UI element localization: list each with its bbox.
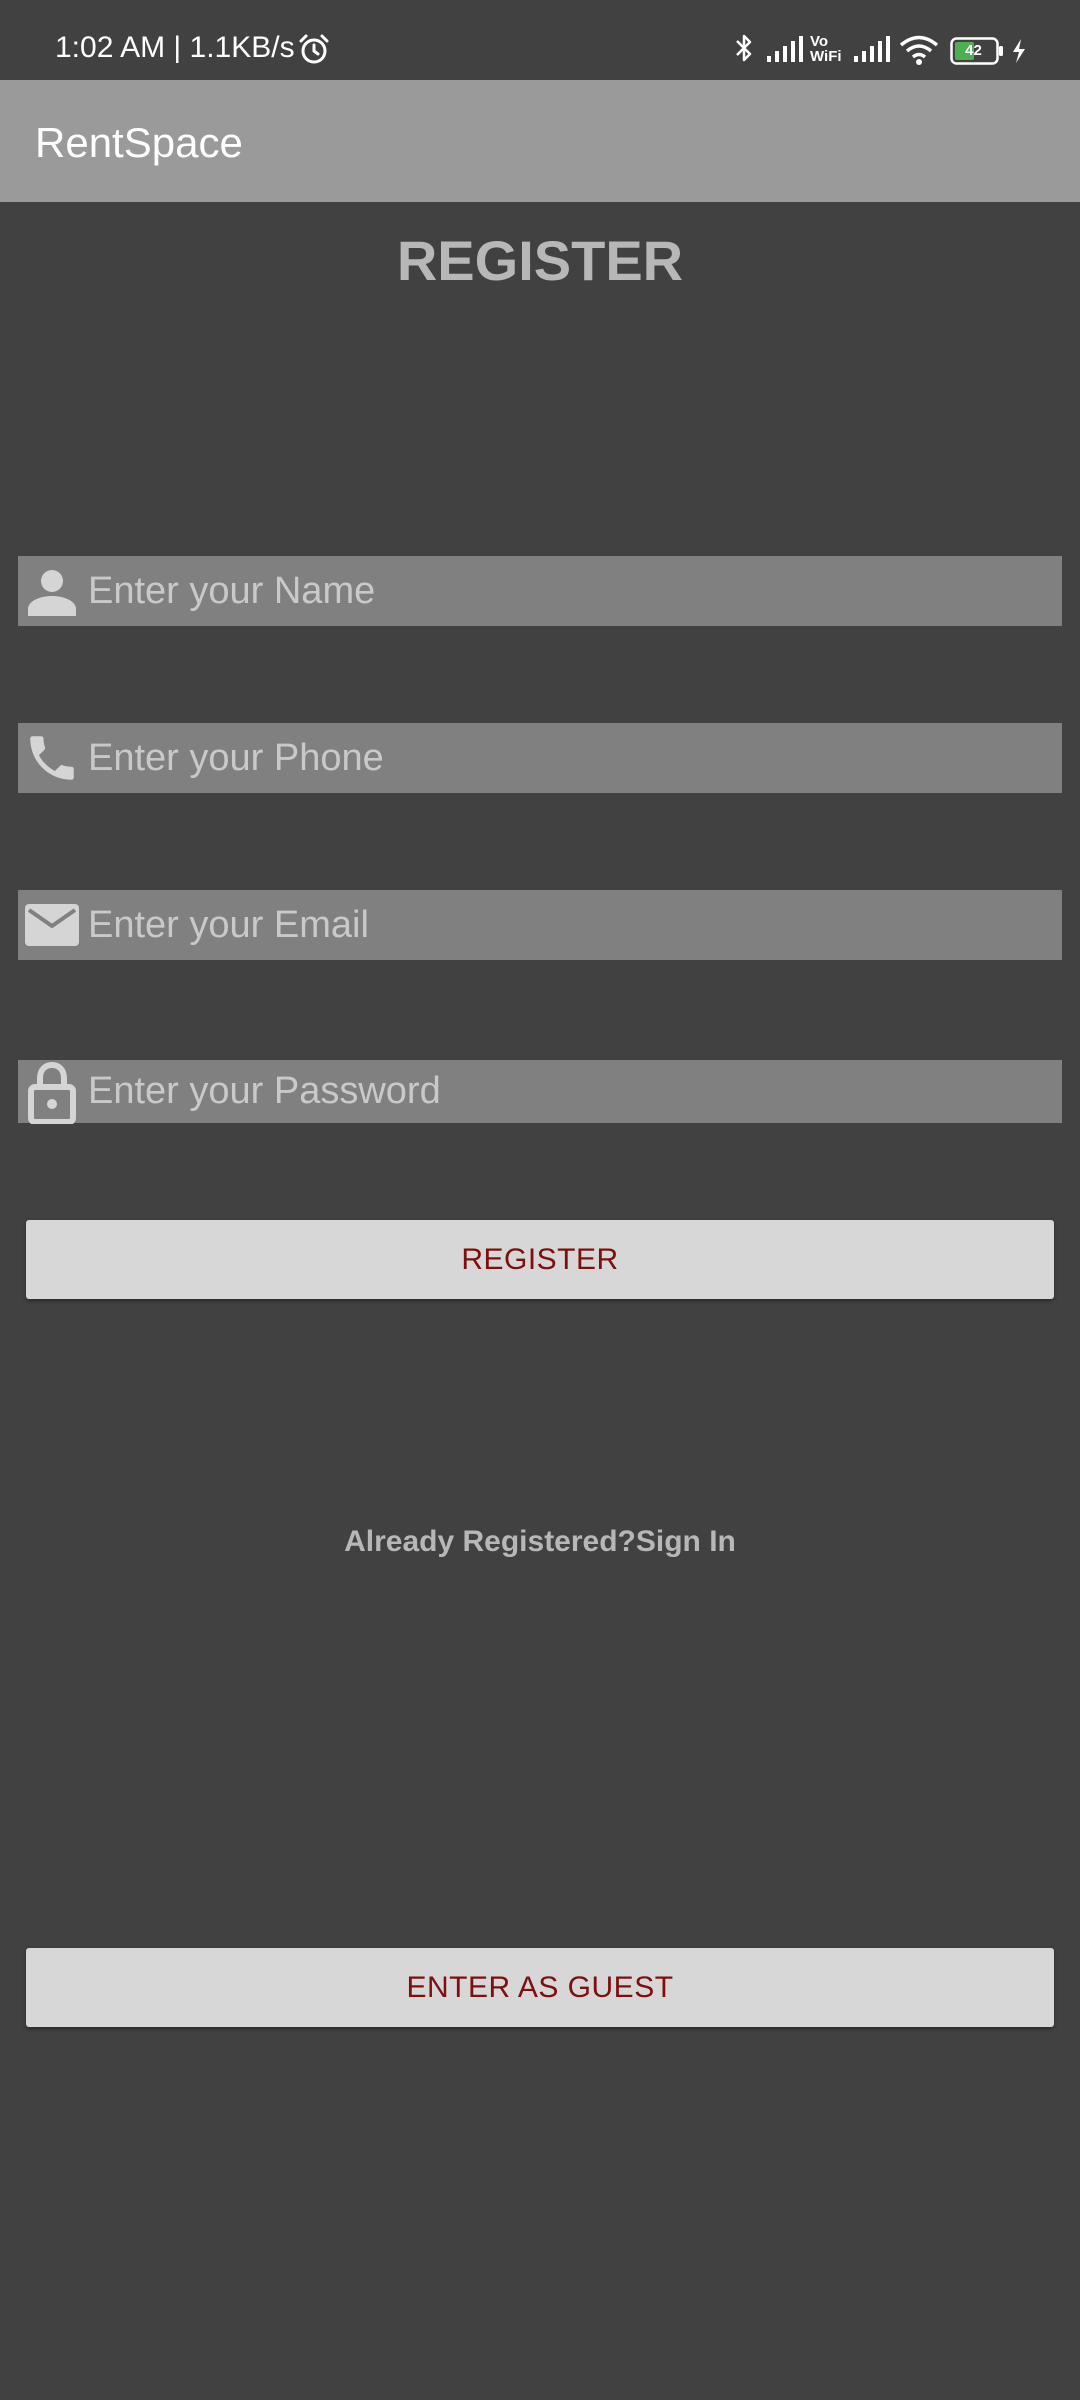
guest-button[interactable]: ENTER AS GUEST	[26, 1948, 1054, 2027]
app-title: RentSpace	[35, 119, 243, 166]
charging-icon	[1013, 39, 1025, 63]
name-input[interactable]	[88, 556, 1048, 626]
person-icon	[28, 570, 76, 616]
battery-level: 42	[965, 42, 982, 59]
signal-icon	[767, 36, 803, 62]
wifi-icon	[899, 35, 939, 65]
password-field[interactable]	[18, 1060, 1062, 1124]
lock-icon	[28, 1061, 76, 1124]
sign-in-link[interactable]: Already Registered?Sign In	[0, 1520, 1080, 1564]
phone-field[interactable]	[18, 723, 1062, 793]
page-title: REGISTER	[396, 229, 684, 292]
phone-input[interactable]	[88, 723, 1048, 793]
phone-icon	[30, 736, 74, 780]
register-button[interactable]: REGISTER	[26, 1220, 1054, 1299]
email-field[interactable]	[18, 890, 1062, 960]
mail-icon	[25, 904, 79, 946]
vowifi-label: Vo WiFi	[810, 33, 842, 65]
email-input[interactable]	[88, 890, 1048, 960]
status-time: 1:02 AM | 1.1KB/s	[55, 31, 295, 64]
alarm-icon	[299, 34, 329, 64]
password-input[interactable]	[88, 1060, 1048, 1123]
signal-icon	[854, 36, 890, 62]
bluetooth-icon	[736, 34, 752, 62]
name-field[interactable]	[18, 556, 1062, 626]
